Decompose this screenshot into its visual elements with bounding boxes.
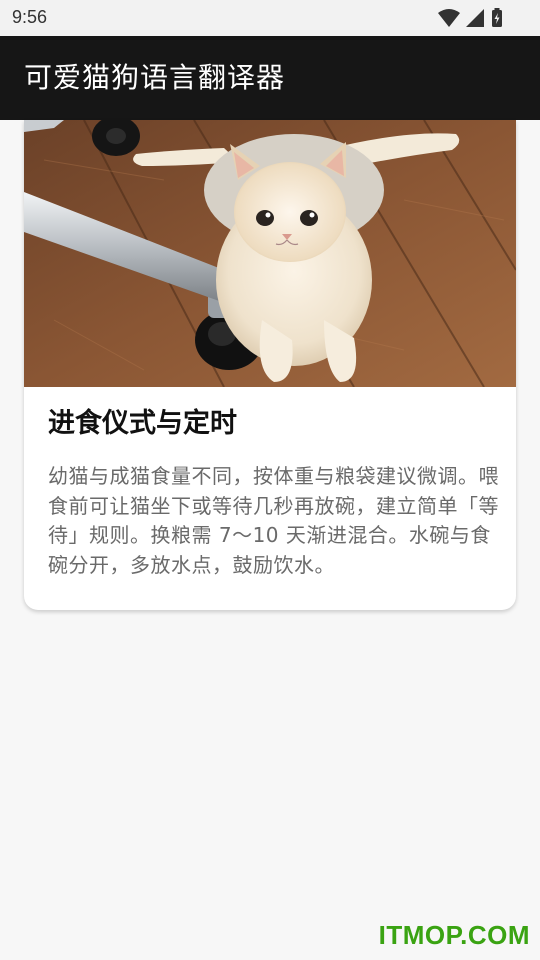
status-icons — [438, 8, 502, 27]
status-time: 9:56 — [12, 7, 48, 27]
app-bar: 可爱猫狗语言翻译器 — [0, 36, 540, 120]
article-card[interactable]: 进食仪式与定时 幼猫与成猫食量不同，按体重与粮袋建议微调。喂食前可让猫坐下或等待… — [24, 120, 516, 610]
status-bar: 9:56 — [0, 0, 540, 36]
battery-charging-icon — [492, 8, 502, 27]
app-title: 可爱猫狗语言翻译器 — [24, 61, 286, 94]
wifi-icon — [438, 9, 460, 27]
signal-icon — [466, 9, 484, 27]
cat-photo — [24, 120, 516, 387]
article-title: 进食仪式与定时 — [48, 408, 237, 439]
watermark-logo: ITMOP.COM — [378, 920, 530, 950]
article-body: 幼猫与成猫食量不同，按体重与粮袋建议微调。喂食前可让猫坐下或等待几秒再放碗，建立… — [48, 464, 499, 577]
